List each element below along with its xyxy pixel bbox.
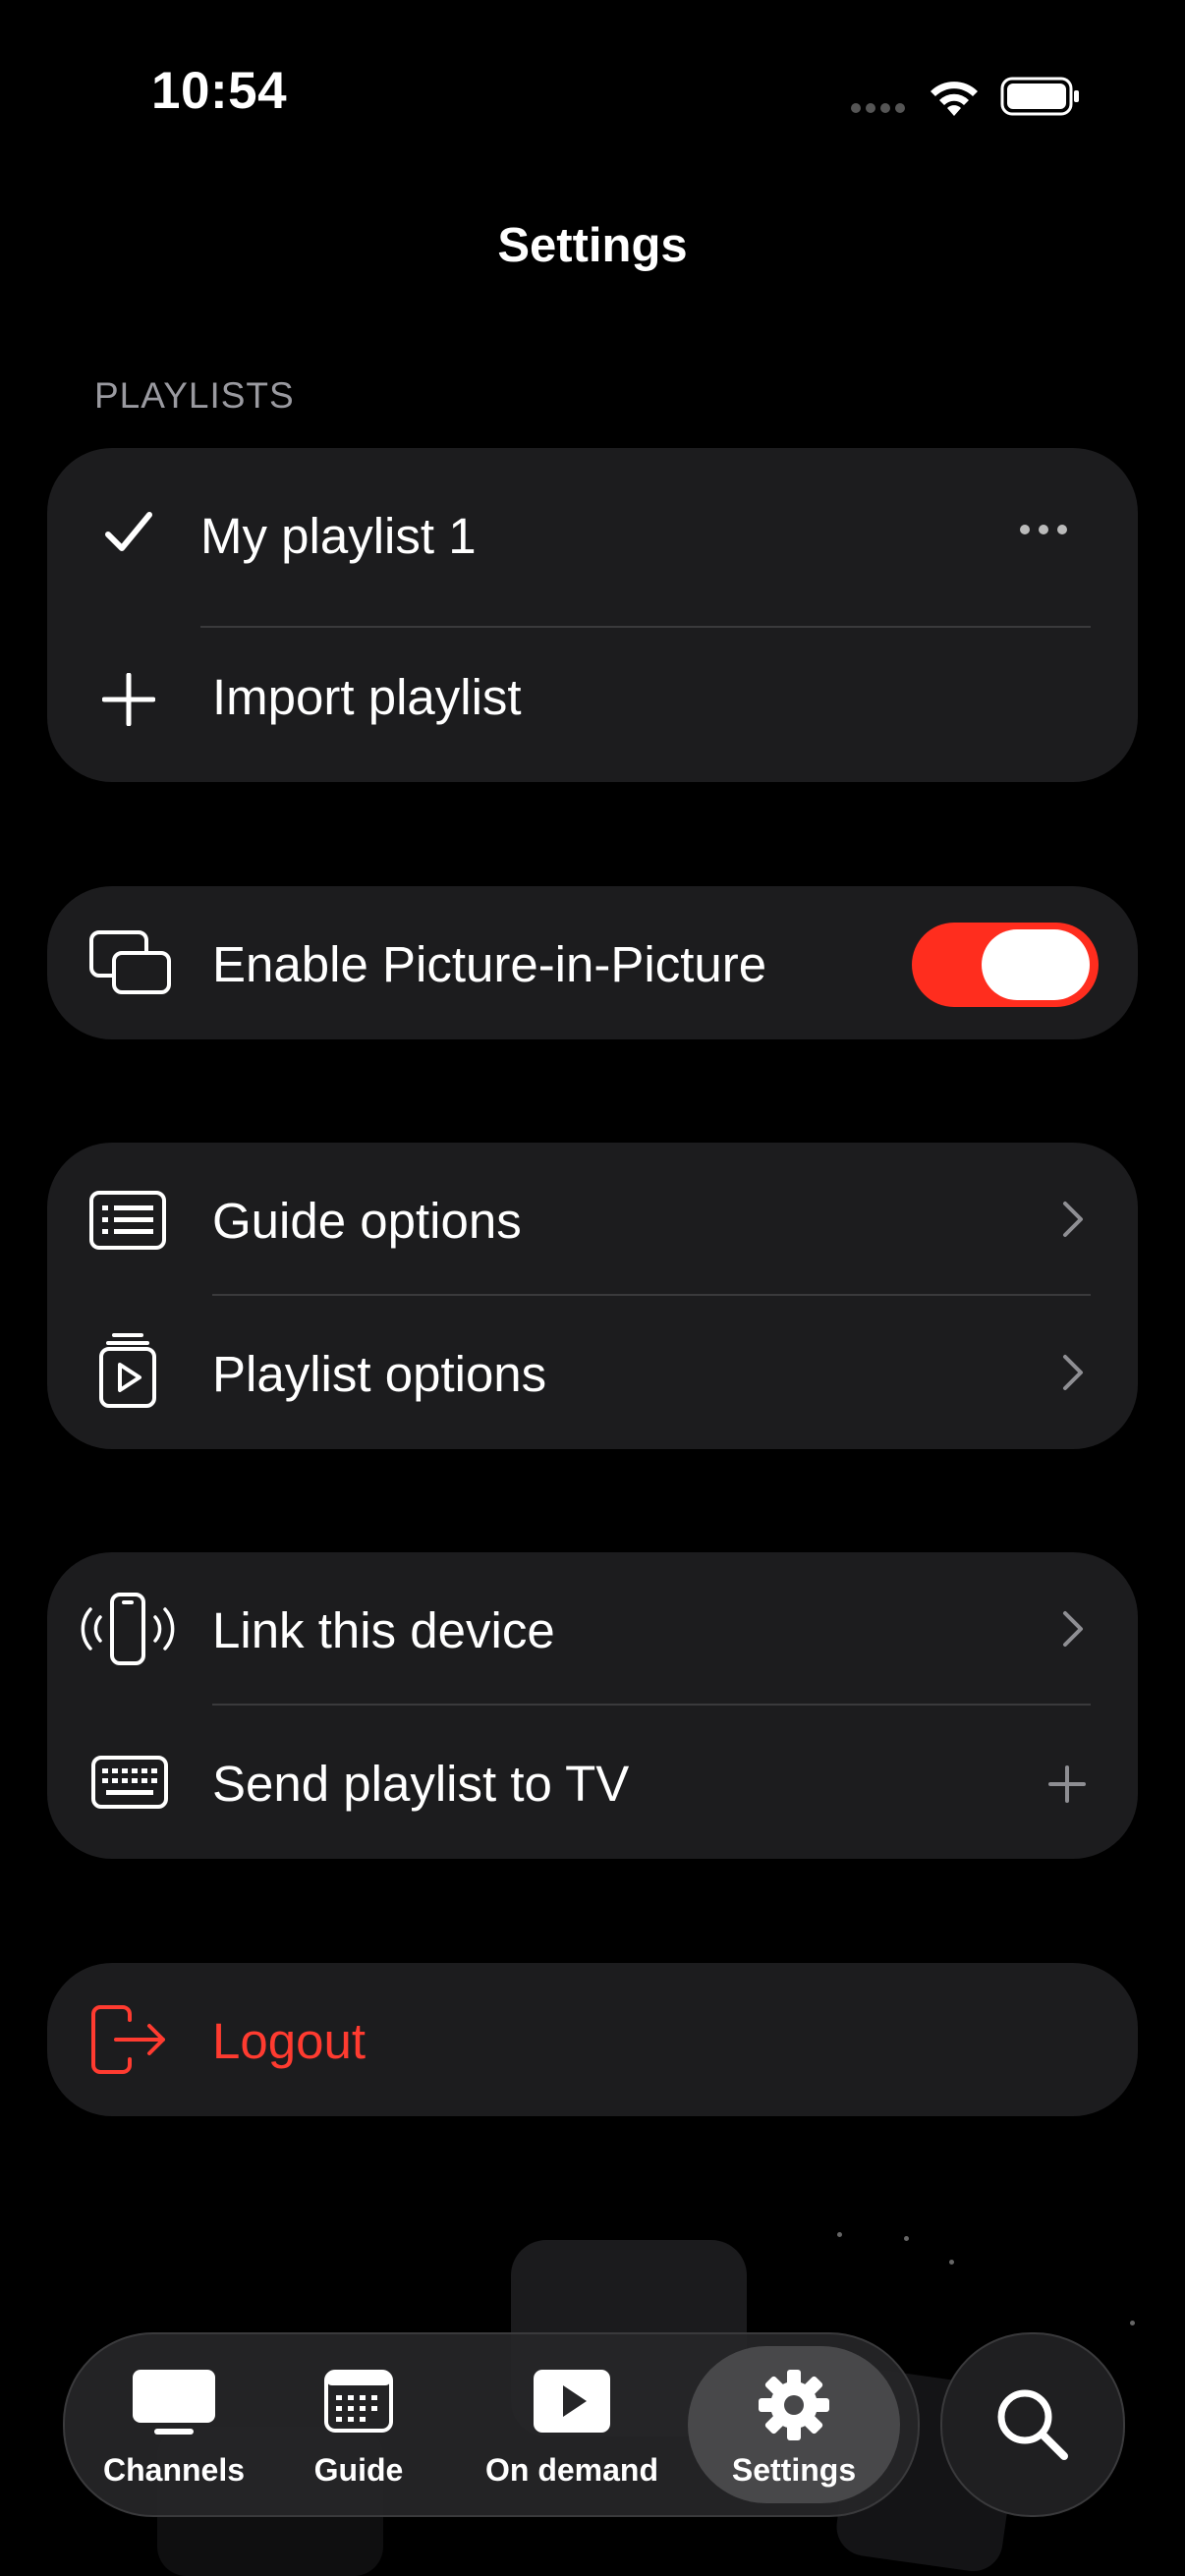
section-header-playlists: PLAYLISTS xyxy=(94,375,295,416)
tab-label: Channels xyxy=(102,2452,246,2488)
tab-label: Guide xyxy=(313,2452,404,2488)
toggle-knob xyxy=(982,929,1090,1000)
playlist-name: My playlist 1 xyxy=(200,508,477,564)
gear-icon xyxy=(759,2370,829,2440)
pip-row: Enable Picture-in-Picture xyxy=(47,886,1138,1039)
chevron-right-icon xyxy=(1063,1355,1083,1390)
tab-label: Settings xyxy=(731,2452,857,2488)
tab-label: On demand xyxy=(484,2452,658,2488)
logout-card: Logout xyxy=(47,1963,1138,2116)
link-device-label: Link this device xyxy=(212,1602,555,1658)
tv-icon xyxy=(133,2370,215,2435)
options-card: Guide options Playlist options xyxy=(47,1143,1138,1449)
import-playlist-row[interactable]: Import playlist xyxy=(47,625,1138,782)
battery-icon xyxy=(1000,77,1079,116)
decorative-dot xyxy=(949,2260,954,2265)
search-button[interactable] xyxy=(940,2332,1125,2517)
tab-bar: Channels Guide On demand Settings xyxy=(63,2332,920,2517)
tab-guide[interactable]: Guide xyxy=(279,2334,438,2515)
picture-in-picture-icon xyxy=(89,930,171,994)
guide-options-label: Guide options xyxy=(212,1193,522,1249)
playlist-play-icon xyxy=(99,1333,156,1408)
search-icon xyxy=(997,2389,1068,2460)
chevron-right-icon xyxy=(1063,1202,1083,1237)
pip-toggle[interactable] xyxy=(912,923,1099,1007)
import-playlist-label: Import playlist xyxy=(212,669,522,725)
tab-channels[interactable]: Channels xyxy=(94,2334,254,2515)
tab-on-demand[interactable]: On demand xyxy=(483,2334,660,2515)
logout-row[interactable]: Logout xyxy=(47,1963,1138,2116)
playlist-options-label: Playlist options xyxy=(212,1346,547,1402)
keyboard-icon xyxy=(91,1756,168,1809)
link-device-row[interactable]: Link this device xyxy=(47,1552,1138,1706)
playlist-options-row[interactable]: Playlist options xyxy=(47,1296,1138,1449)
phone-signal-icon xyxy=(81,1593,175,1665)
calendar-icon xyxy=(324,2370,393,2433)
status-time: 10:54 xyxy=(151,62,288,120)
playlists-card: My playlist 1 Import playlist xyxy=(47,448,1138,782)
send-playlist-row[interactable]: Send playlist to TV xyxy=(47,1706,1138,1859)
plus-icon xyxy=(102,673,155,726)
guide-options-row[interactable]: Guide options xyxy=(47,1143,1138,1296)
pip-label: Enable Picture-in-Picture xyxy=(212,936,767,992)
devices-card: Link this device Send playlist to TV xyxy=(47,1552,1138,1859)
send-playlist-label: Send playlist to TV xyxy=(212,1756,630,1812)
checkmark-icon xyxy=(105,512,152,551)
play-icon xyxy=(534,2370,610,2433)
more-icon[interactable] xyxy=(1018,523,1069,536)
wifi-icon xyxy=(931,82,978,116)
decorative-dot xyxy=(837,2232,842,2237)
tab-settings[interactable]: Settings xyxy=(688,2346,900,2503)
logout-label: Logout xyxy=(212,2013,366,2069)
logout-icon xyxy=(91,2005,165,2074)
chevron-right-icon xyxy=(1063,1611,1083,1647)
plus-icon xyxy=(1048,1765,1086,1803)
cellular-signal-icon xyxy=(851,103,905,113)
page-title: Settings xyxy=(497,219,688,272)
pip-card: Enable Picture-in-Picture xyxy=(47,886,1138,1039)
decorative-dot xyxy=(904,2236,909,2241)
playlist-row[interactable]: My playlist 1 xyxy=(47,448,1138,615)
list-icon xyxy=(89,1191,166,1250)
decorative-dot xyxy=(1130,2321,1135,2325)
